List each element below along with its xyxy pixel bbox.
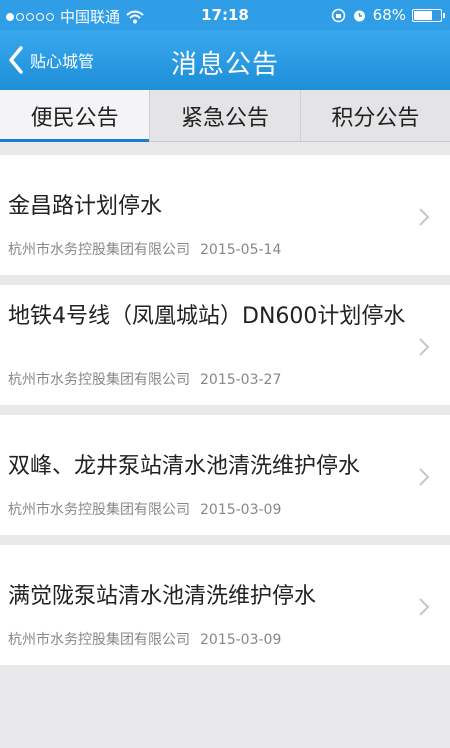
- item-title: 地铁4号线（凤凰城站）DN600计划停水: [8, 304, 406, 329]
- item-source: 杭州市水务控股集团有限公司: [8, 632, 190, 648]
- item-source: 杭州市水务控股集团有限公司: [8, 372, 190, 388]
- tab-emergency[interactable]: 紧急公告: [150, 90, 301, 141]
- chevron-right-icon: [419, 338, 430, 356]
- item-title: 满觉陇泵站清水池清洗维护停水: [8, 584, 317, 609]
- battery-percent: 68%: [372, 6, 406, 24]
- list-item[interactable]: 金昌路计划停水 杭州市水务控股集团有限公司 2015-05-14: [0, 155, 450, 275]
- list-item[interactable]: 双峰、龙井泵站清水池清洗维护停水 杭州市水务控股集团有限公司 2015-03-09: [0, 415, 450, 535]
- list-item[interactable]: 满觉陇泵站清水池清洗维护停水 杭州市水务控股集团有限公司 2015-03-09: [0, 545, 450, 665]
- tab-bar: 便民公告 紧急公告 积分公告: [0, 90, 450, 142]
- item-meta: 杭州市水务控股集团有限公司 2015-05-14: [8, 239, 281, 259]
- item-meta: 杭州市水务控股集团有限公司 2015-03-09: [8, 499, 281, 519]
- item-date: 2015-03-27: [200, 372, 282, 388]
- page-title: 消息公告: [170, 50, 279, 80]
- notice-list: 金昌路计划停水 杭州市水务控股集团有限公司 2015-05-14 地铁4号线（凤凰…: [0, 145, 450, 665]
- lock-rotation-icon: [331, 8, 345, 22]
- alarm-icon: [353, 10, 365, 21]
- list-item[interactable]: 地铁4号线（凤凰城站）DN600计划停水 杭州市水务控股集团有限公司 2015-0…: [0, 285, 450, 405]
- item-title: 双峰、龙井泵站清水池清洗维护停水: [8, 454, 361, 479]
- chevron-right-icon: [419, 598, 430, 616]
- battery-icon: [412, 8, 445, 22]
- item-title: 金昌路计划停水: [8, 194, 163, 219]
- item-meta: 杭州市水务控股集团有限公司 2015-03-09: [8, 629, 281, 649]
- item-meta: 杭州市水务控股集团有限公司 2015-03-27: [8, 369, 281, 389]
- item-source: 杭州市水务控股集团有限公司: [8, 502, 190, 518]
- item-source: 杭州市水务控股集团有限公司: [8, 242, 190, 258]
- status-bar: 中国联通 17:18 68%: [0, 0, 450, 30]
- chevron-right-icon: [419, 208, 430, 226]
- nav-bar: 贴心城管 消息公告: [0, 30, 450, 90]
- tab-points[interactable]: 积分公告: [301, 90, 450, 141]
- tab-convenience[interactable]: 便民公告: [0, 90, 151, 142]
- item-date: 2015-03-09: [200, 502, 282, 518]
- chevron-right-icon: [419, 468, 430, 486]
- item-date: 2015-05-14: [200, 242, 282, 258]
- item-date: 2015-03-09: [200, 632, 282, 648]
